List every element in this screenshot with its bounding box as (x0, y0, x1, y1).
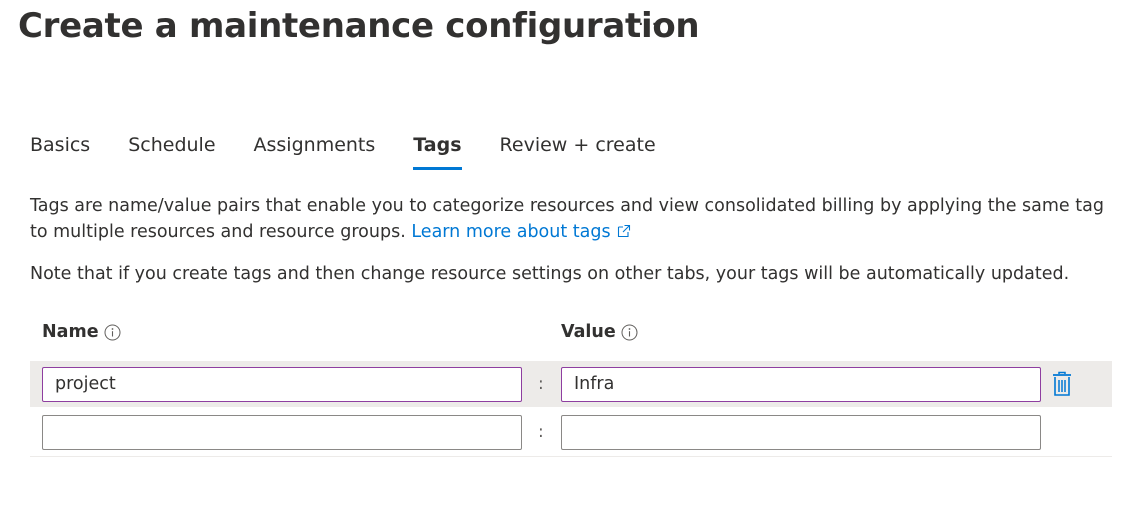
learn-more-link[interactable]: Learn more about tags (411, 222, 630, 242)
name-column-header: Name (42, 322, 121, 342)
value-header-label: Value (561, 322, 616, 342)
info-icon[interactable] (104, 324, 121, 341)
tab-assignments[interactable]: Assignments (254, 134, 376, 170)
row-divider (30, 456, 1112, 457)
more-options-button[interactable]: ··· (638, 14, 658, 35)
separator: : (538, 422, 544, 442)
page-title: Create a maintenance configuration (18, 6, 700, 46)
tags-note: Note that if you create tags and then ch… (30, 264, 1070, 284)
name-header-label: Name (42, 322, 99, 342)
tag-row: project : Infra (30, 361, 1112, 407)
tag-row: : (30, 409, 1112, 457)
tab-review-create[interactable]: Review + create (500, 134, 656, 170)
tag-value-input[interactable]: Infra (561, 367, 1041, 402)
tag-name-input[interactable] (42, 415, 522, 450)
value-column-header: Value (561, 322, 638, 342)
external-link-icon (617, 224, 630, 238)
info-icon[interactable] (621, 324, 638, 341)
tab-bar: Basics Schedule Assignments Tags Review … (30, 134, 694, 170)
tab-basics[interactable]: Basics (30, 134, 90, 170)
tag-value-input[interactable] (561, 415, 1041, 450)
delete-icon[interactable] (1052, 371, 1072, 397)
learn-more-label: Learn more about tags (411, 222, 611, 242)
tag-name-input[interactable]: project (42, 367, 522, 402)
tab-tags[interactable]: Tags (413, 134, 462, 170)
tags-description: Tags are name/value pairs that enable yo… (30, 193, 1120, 245)
separator: : (538, 374, 544, 394)
tab-schedule[interactable]: Schedule (128, 134, 215, 170)
